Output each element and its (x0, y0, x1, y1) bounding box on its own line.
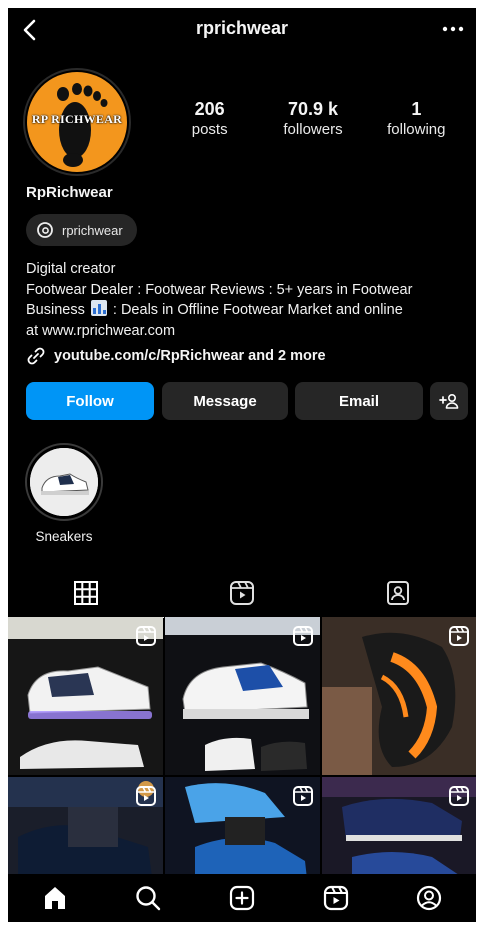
reel-badge-icon (293, 786, 313, 806)
bio-line: Business : Deals in Offline Footwear Mar… (26, 300, 471, 321)
grid-post[interactable] (322, 777, 476, 879)
stat-following[interactable]: 1 following (365, 98, 468, 148)
stat-followers[interactable]: 70.9 k followers (261, 98, 364, 148)
message-button[interactable]: Message (162, 382, 288, 420)
stat-value: 70.9 k (287, 99, 339, 119)
follow-button[interactable]: Follow (26, 382, 154, 420)
email-button[interactable]: Email (295, 382, 423, 420)
stat-value: 1 (411, 99, 422, 119)
tagged-icon (387, 581, 409, 605)
grid-post[interactable] (8, 617, 163, 775)
profile-screen: rprichwear RP RICHWEAR 206 posts 70.9 k … (8, 8, 476, 922)
profile-username-title: rprichwear (195, 18, 289, 38)
highlight-ring (25, 443, 103, 521)
grid-icon (74, 581, 98, 605)
bar-chart-emoji-icon (90, 300, 107, 316)
stat-label: posts (191, 121, 228, 138)
highlight-sneakers[interactable]: Sneakers (24, 443, 104, 544)
bottom-navigation (8, 874, 476, 922)
display-name: RpRichwear (26, 184, 113, 201)
stat-posts[interactable]: 206 posts (158, 98, 261, 148)
threads-icon (37, 222, 53, 238)
profile-avatar[interactable]: RP RICHWEAR (25, 70, 129, 174)
profile-link[interactable]: youtube.com/c/RpRichwear and 2 more (26, 346, 326, 366)
grid-post[interactable] (165, 777, 320, 879)
add-user-button[interactable] (430, 382, 468, 420)
reel-badge-icon (136, 786, 156, 806)
reels-icon[interactable] (321, 883, 351, 913)
highlight-cover-image (30, 448, 98, 516)
grid-post[interactable] (322, 617, 476, 775)
reel-badge-icon (449, 626, 469, 646)
bio-line: Digital creator (26, 261, 116, 277)
threads-handle: rprichwear (62, 222, 123, 238)
tab-reels[interactable] (164, 570, 320, 616)
bio-line-text: : Deals in Offline Footwear Market and o… (112, 302, 403, 318)
stat-value: 206 (194, 99, 225, 119)
ellipsis-icon[interactable] (440, 18, 466, 40)
bio-line: Footwear Dealer : Footwear Reviews : 5+ … (26, 281, 413, 298)
avatar-brand-text: RP RICHWEAR (31, 112, 123, 126)
stat-label: followers (283, 121, 343, 138)
sneaker-image (30, 448, 98, 516)
profile-stats: 206 posts 70.9 k followers 1 following (158, 98, 468, 148)
tab-tagged[interactable] (320, 570, 476, 616)
home-icon[interactable] (40, 883, 70, 913)
add-user-icon (439, 394, 459, 409)
profile-icon[interactable] (414, 883, 444, 913)
threads-badge[interactable]: rprichwear (26, 214, 137, 246)
search-icon[interactable] (133, 883, 163, 913)
posts-grid (8, 617, 476, 879)
profile-bio: Digital creator Footwear Dealer : Footwe… (26, 259, 471, 341)
reel-badge-icon (293, 626, 313, 646)
stat-label: following (387, 121, 446, 138)
link-icon (27, 347, 45, 365)
reel-badge-icon (449, 786, 469, 806)
tab-posts[interactable] (8, 570, 164, 618)
highlight-label: Sneakers (35, 529, 93, 544)
grid-post[interactable] (8, 777, 163, 879)
top-bar: rprichwear (8, 8, 476, 52)
bio-line: at www.rprichwear.com (26, 322, 176, 339)
reel-badge-icon (136, 626, 156, 646)
content-tabs (8, 570, 476, 618)
profile-link-text: youtube.com/c/RpRichwear and 2 more (54, 348, 326, 364)
grid-post[interactable] (165, 617, 320, 775)
bio-line-text: Business (26, 302, 85, 318)
reels-icon (230, 581, 254, 605)
avatar-logo: RP RICHWEAR (27, 72, 127, 172)
create-icon[interactable] (227, 883, 257, 913)
